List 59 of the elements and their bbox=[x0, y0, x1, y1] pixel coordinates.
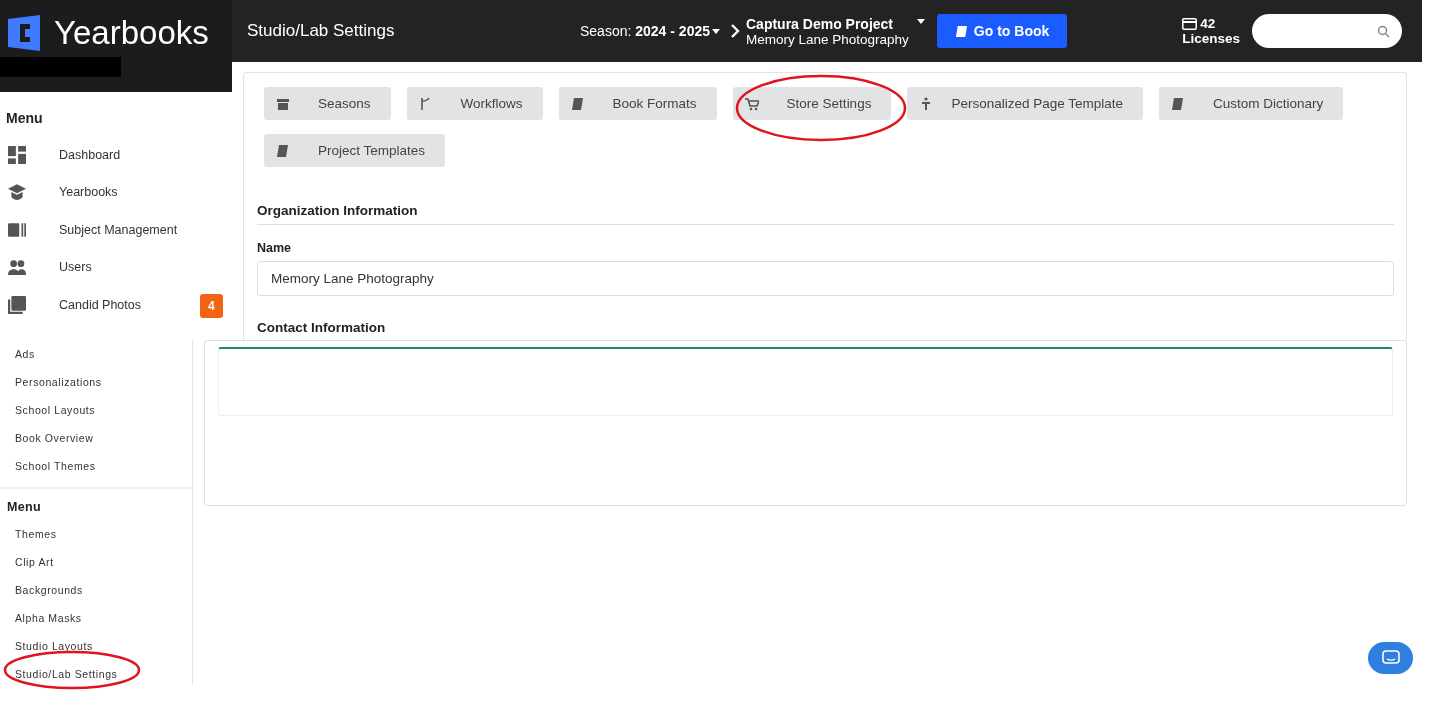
book-icon bbox=[570, 96, 585, 111]
chat-icon bbox=[1381, 650, 1400, 666]
go-to-book-button[interactable]: Go to Book bbox=[936, 14, 1068, 48]
license-label: Licenses bbox=[1182, 31, 1241, 46]
settings-tab[interactable]: Workflows bbox=[406, 87, 543, 120]
sidebar-item[interactable]: Personalizations bbox=[0, 368, 192, 396]
sidebar-item[interactable]: Clip Art bbox=[0, 548, 192, 576]
id-card-icon bbox=[8, 220, 26, 239]
people-icon bbox=[8, 258, 26, 277]
field-label: Name bbox=[257, 241, 293, 255]
book-icon bbox=[1171, 96, 1185, 111]
archive-box-icon bbox=[276, 96, 290, 111]
branch-icon bbox=[418, 96, 433, 111]
book-icon bbox=[954, 24, 968, 38]
sidebar-item[interactable]: Themes bbox=[0, 520, 192, 548]
chat-button[interactable] bbox=[1368, 642, 1413, 674]
chevron-right-icon bbox=[730, 24, 740, 38]
photo-library-icon bbox=[8, 295, 26, 314]
settings-tab[interactable]: Store Settings bbox=[732, 87, 892, 120]
sidebar-item[interactable]: Alpha Masks bbox=[0, 604, 192, 632]
sidebar-item[interactable]: Yearbooks bbox=[0, 173, 232, 211]
count-badge: 4 bbox=[200, 294, 223, 318]
settings-tab[interactable]: Personalized Page Template bbox=[907, 87, 1143, 120]
sidebar-item[interactable]: Dashboard bbox=[0, 136, 232, 174]
project-name[interactable]: Captura Demo Project bbox=[746, 15, 909, 32]
search-field[interactable] bbox=[1252, 14, 1403, 48]
settings-tab[interactable]: Custom Dictionary bbox=[1159, 87, 1344, 120]
season-selector[interactable]: Season: 2024 - 2025 bbox=[580, 23, 720, 39]
sidebar-item[interactable]: Backgrounds bbox=[0, 576, 192, 604]
graduation-cap-icon bbox=[8, 183, 26, 202]
caret-icon bbox=[712, 28, 720, 34]
license-count: 42 bbox=[1200, 16, 1216, 31]
card-icon bbox=[1182, 17, 1198, 30]
settings-tab[interactable]: Seasons bbox=[264, 87, 391, 120]
sidebar-item[interactable]: Users bbox=[0, 248, 232, 286]
sidebar-item[interactable]: Studio/Lab Settings bbox=[0, 660, 192, 688]
sidebar-item[interactable]: School Layouts bbox=[0, 396, 192, 424]
menu-heading: Menu bbox=[6, 499, 42, 516]
sidebar-item[interactable]: Studio Layouts bbox=[0, 632, 192, 660]
settings-tab[interactable]: Book Formats bbox=[558, 87, 717, 120]
section-heading: Organization Information bbox=[257, 203, 1394, 225]
sidebar-item[interactable]: Ads bbox=[0, 340, 192, 368]
cart-icon bbox=[744, 96, 759, 111]
search-icon bbox=[1377, 24, 1391, 38]
app-name: Yearbooks bbox=[54, 14, 209, 52]
caret-icon[interactable] bbox=[916, 18, 925, 24]
section-heading: Contact Information bbox=[257, 320, 387, 335]
name-field[interactable]: Memory Lane Photography bbox=[257, 261, 1394, 296]
sidebar-item[interactable]: Candid Photos 4 bbox=[0, 286, 232, 324]
studio-name: Memory Lane Photography bbox=[746, 31, 909, 47]
page-title: Studio/Lab Settings bbox=[247, 21, 396, 41]
sidebar-item[interactable]: Book Overview bbox=[0, 424, 192, 452]
book-icon bbox=[276, 143, 290, 158]
dashboard-icon bbox=[8, 145, 26, 164]
sidebar-item[interactable]: Subject Management bbox=[0, 211, 232, 249]
menu-heading: Menu bbox=[6, 110, 44, 126]
settings-tab[interactable]: Project Templates bbox=[264, 134, 446, 167]
logo-icon bbox=[6, 15, 42, 51]
sidebar-item[interactable]: School Themes bbox=[0, 452, 192, 480]
